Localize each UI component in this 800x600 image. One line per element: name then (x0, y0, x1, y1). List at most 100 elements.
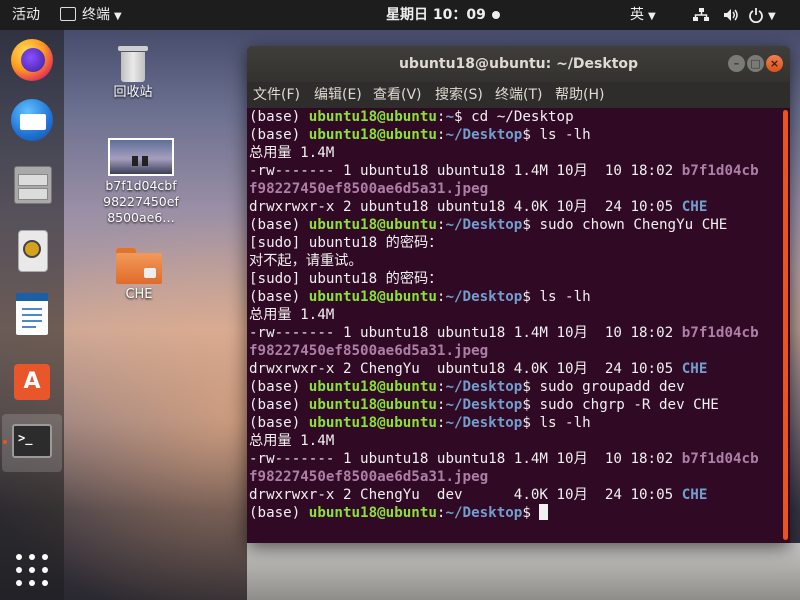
terminal-line: 总用量 1.4M (247, 306, 780, 324)
listing-image-file: f98227450ef8500ae6d5a31.jpeg (249, 343, 489, 359)
power-menu[interactable]: ▼ (748, 0, 776, 30)
output-text: 对不起，请重试。 (249, 253, 363, 269)
menu-search[interactable]: 搜索(S) (435, 82, 483, 108)
command-text: sudo chown ChengYu CHE (539, 217, 728, 233)
folder-label: CHE (125, 287, 153, 302)
terminal-line: (base) ubuntu18@ubuntu:~/Desktop$ sudo c… (247, 396, 780, 414)
terminal-window[interactable]: ubuntu18@ubuntu: ~/Desktop – □ × 文件(F) 编… (247, 46, 790, 543)
chevron-down-icon: ▼ (768, 11, 776, 22)
desktop-folder-che[interactable]: CHE (99, 248, 179, 303)
command-text: ls -lh (539, 415, 591, 431)
terminal-line: (base) ubuntu18@ubuntu:~/Desktop$ (247, 504, 780, 522)
prompt-user: ubuntu18@ubuntu (308, 379, 437, 395)
rhythmbox-icon[interactable] (8, 226, 56, 274)
listing-image-file: f98227450ef8500ae6d5a31.jpeg (249, 181, 489, 197)
show-applications-icon[interactable] (8, 546, 56, 594)
listing-meta: drwxrwxr-x 2 ChengYu ubuntu18 4.0K 10月 2… (249, 361, 682, 377)
clock[interactable]: 星期日 10：09 (386, 0, 500, 30)
volume-icon[interactable] (722, 0, 740, 30)
desktop-trash[interactable]: 回收站 (93, 42, 173, 101)
dock: A >_ (0, 30, 64, 600)
prompt-user: ubuntu18@ubuntu (308, 415, 437, 431)
menu-view[interactable]: 查看(V) (373, 82, 422, 108)
listing-directory: CHE (681, 199, 708, 215)
close-button[interactable]: × (766, 55, 783, 72)
desktop-jpeg-file[interactable]: b7f1d04cbf 98227450ef 8500ae6… (101, 136, 181, 226)
trash-label: 回收站 (113, 85, 153, 100)
prompt-symbol: $ (522, 289, 540, 305)
clock-text: 星期日 10：09 (386, 7, 486, 23)
output-text: [sudo] ubuntu18 的密码： (249, 235, 443, 251)
maximize-button[interactable]: □ (747, 55, 764, 72)
terminal-line: -rw------- 1 ubuntu18 ubuntu18 1.4M 10月 … (247, 324, 780, 342)
output-text: 总用量 1.4M (249, 433, 335, 449)
prompt-path: ~/Desktop (445, 415, 523, 431)
menu-terminal[interactable]: 终端(T) (495, 82, 542, 108)
output-text: [sudo] ubuntu18 的密码： (249, 271, 443, 287)
prompt-env: (base) (249, 397, 309, 413)
terminal-line: drwxrwxr-x 2 ChengYu dev 4.0K 10月 24 10:… (247, 486, 780, 504)
listing-image-file: f98227450ef8500ae6d5a31.jpeg (249, 469, 489, 485)
app-menu[interactable]: 终端 ▼ (60, 0, 122, 30)
menu-edit[interactable]: 编辑(E) (314, 82, 362, 108)
jpeg-label-line-2: 98227450ef (103, 194, 179, 209)
listing-directory: CHE (681, 487, 708, 503)
minimize-button[interactable]: – (728, 55, 745, 72)
prompt-path: ~/Desktop (445, 379, 523, 395)
listing-image-file: b7f1d04cb (681, 163, 759, 179)
terminal-line: -rw------- 1 ubuntu18 ubuntu18 1.4M 10月 … (247, 162, 780, 180)
terminal-line: (base) ubuntu18@ubuntu:~/Desktop$ ls -lh (247, 414, 780, 432)
files-icon[interactable] (8, 160, 56, 208)
locked-folder-icon (116, 248, 162, 284)
terminal-line: (base) ubuntu18@ubuntu:~/Desktop$ sudo g… (247, 378, 780, 396)
app-menu-label: 终端 (82, 7, 110, 23)
terminal-line: f98227450ef8500ae6d5a31.jpeg (247, 468, 780, 486)
window-title: ubuntu18@ubuntu: ~/Desktop (398, 56, 639, 72)
terminal-line: (base) ubuntu18@ubuntu:~/Desktop$ ls -lh (247, 288, 780, 306)
prompt-symbol: $ (522, 127, 540, 143)
prompt-user: ubuntu18@ubuntu (308, 397, 437, 413)
notification-dot-icon (491, 11, 500, 19)
prompt-path: ~/Desktop (445, 217, 523, 233)
menu-help[interactable]: 帮助(H) (555, 82, 604, 108)
output-text: 总用量 1.4M (249, 307, 335, 323)
power-icon (749, 8, 763, 24)
prompt-env: (base) (249, 109, 309, 125)
prompt-env: (base) (249, 415, 309, 431)
listing-meta: -rw------- 1 ubuntu18 ubuntu18 1.4M 10月 … (249, 163, 682, 179)
title-bar[interactable]: ubuntu18@ubuntu: ~/Desktop – □ × (247, 46, 790, 82)
prompt-symbol: $ (522, 217, 540, 233)
prompt-path: ~/Desktop (445, 505, 523, 521)
terminal-line: (base) ubuntu18@ubuntu:~/Desktop$ sudo c… (247, 216, 780, 234)
terminal-line: -rw------- 1 ubuntu18 ubuntu18 1.4M 10月 … (247, 450, 780, 468)
menu-bar: 文件(F) 编辑(E) 查看(V) 搜索(S) 终端(T) 帮助(H) (247, 82, 790, 108)
ubuntu-software-icon[interactable]: A (8, 356, 56, 404)
terminal-line: f98227450ef8500ae6d5a31.jpeg (247, 342, 780, 360)
thunderbird-icon[interactable] (8, 96, 56, 144)
terminal-icon (60, 7, 76, 21)
command-text: sudo chgrp -R dev CHE (539, 397, 719, 413)
prompt-user: ubuntu18@ubuntu (308, 289, 437, 305)
prompt-user: ubuntu18@ubuntu (308, 109, 437, 125)
activities-button[interactable]: 活动 (12, 0, 40, 30)
network-icon[interactable] (692, 0, 710, 30)
image-thumbnail-icon (108, 138, 174, 176)
text-cursor (539, 504, 549, 520)
terminal-output[interactable]: (base) ubuntu18@ubuntu:~$ cd ~/Desktop (b… (247, 108, 780, 543)
firefox-icon[interactable] (8, 36, 56, 84)
prompt-env: (base) (249, 217, 309, 233)
terminal-line: (base) ubuntu18@ubuntu:~$ cd ~/Desktop (247, 108, 780, 126)
jpeg-label-line-1: b7f1d04cbf (105, 178, 177, 193)
prompt-path: ~/Desktop (445, 289, 523, 305)
prompt-env: (base) (249, 127, 309, 143)
prompt-symbol: $ (522, 379, 540, 395)
scrollbar[interactable] (783, 110, 788, 540)
menu-file[interactable]: 文件(F) (253, 82, 300, 108)
terminal-icon[interactable]: >_ (3, 418, 56, 466)
jpeg-label-line-3: 8500ae6… (107, 210, 175, 225)
input-method-menu[interactable]: 英 ▼ (630, 0, 656, 30)
listing-image-file: b7f1d04cb (681, 451, 759, 467)
prompt-path: ~/Desktop (445, 397, 523, 413)
libreoffice-writer-icon[interactable] (8, 290, 56, 338)
input-method-label: 英 (630, 7, 644, 23)
